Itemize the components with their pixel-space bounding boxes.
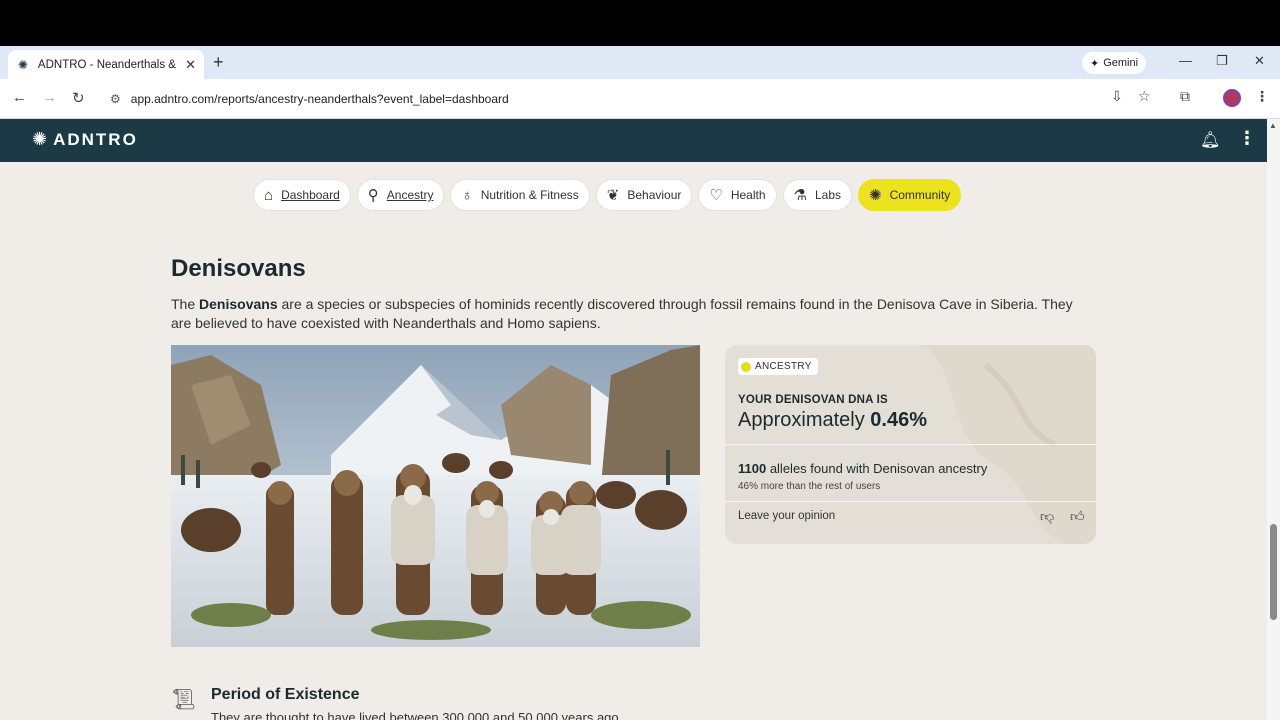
adntro-logo-icon: ✺ [32,129,48,149]
profile-avatar[interactable] [1223,89,1241,107]
nav-labs[interactable]: ⚗ Labs [782,179,853,211]
install-app-icon[interactable]: ⇩ [1111,88,1123,105]
scroll-up-arrow-icon[interactable]: ▲ [1269,121,1277,130]
browser-tab[interactable]: ✺ ADNTRO - Neanderthals & Den ✕ [8,50,204,79]
brain-icon: ❦ [606,187,620,204]
card-divider [725,444,1096,445]
url-text: app.adntro.com/reports/ancestry-neandert… [130,92,509,106]
alleles-text: alleles found with Denisovan ancestry [766,461,988,476]
category-nav: ⌂ Dashboard ⚲ Ancestry ♁ Nutrition & Fit… [253,179,962,211]
dna-percentage: Approximately 0.46% [738,409,927,432]
tab-search-icon[interactable]: ⧉ [1180,88,1190,105]
nav-behaviour[interactable]: ❦ Behaviour [595,179,693,211]
notifications-bell-icon[interactable]: 🔔︎ [1200,130,1220,150]
app-header: ✺ ADNTRO 🔔︎ ⋮ [0,119,1267,162]
nav-community[interactable]: ✺ Community [858,179,962,211]
nav-label: Community [889,188,951,202]
thumbs-down-icon[interactable]: 👎︎ [1040,508,1054,525]
browser-toolbar: ← → ↻ ⚙ app.adntro.com/reports/ancestry-… [0,79,1280,119]
alleles-comparison: 46% more than the rest of users [738,481,881,492]
nav-label: Nutrition & Fitness [480,188,579,202]
denisovan-dna-card: ANCESTRY YOUR DENISOVAN DNA IS Approxima… [725,345,1096,544]
scrollbar-thumb[interactable] [1270,524,1277,620]
alleles-summary: 1100 alleles found with Denisovan ancest… [738,461,987,476]
close-tab-icon[interactable]: ✕ [185,57,196,73]
close-window-icon[interactable]: ✕ [1254,53,1265,69]
nav-health[interactable]: ♡ Health [698,179,777,211]
page-content: ⌂ Dashboard ⚲ Ancestry ♁ Nutrition & Fit… [0,162,1267,720]
new-tab-button[interactable]: + [213,52,224,73]
section-title: Denisovans [171,255,306,282]
reload-icon[interactable]: ↻ [72,89,85,107]
intro-body: are a species or subspecies of hominids … [171,296,1073,331]
badge-dot-icon [741,361,751,372]
page-scrollbar[interactable]: ▲ [1267,119,1280,720]
nav-label: Behaviour [627,188,682,202]
gemini-button[interactable]: ✦ Gemini [1082,52,1147,74]
nav-dashboard[interactable]: ⌂ Dashboard [253,179,351,211]
denisovans-scene-image [171,345,700,647]
restore-icon[interactable]: ❐ [1216,53,1228,69]
dna-label: YOUR DENISOVAN DNA IS [738,394,888,406]
app-menu-icon[interactable]: ⋮ [1238,128,1256,149]
denisovans-illustration [171,345,700,647]
flask-icon: ⚗ [793,187,807,204]
intro-prefix: The [171,296,200,312]
badge-label: ANCESTRY [755,361,812,372]
nav-nutrition-fitness[interactable]: ♁ Nutrition & Fitness [450,179,590,211]
gemini-sparkle-icon: ✦ [1090,57,1100,70]
ancestry-badge: ANCESTRY [738,358,818,375]
scroll-document-icon: 📜︎ [171,689,197,711]
community-icon: ✺ [869,187,882,204]
card-divider [725,501,1096,502]
back-icon[interactable]: ← [12,89,27,106]
intro-bold-term: Denisovans [199,296,278,312]
chrome-menu-icon[interactable]: ⋮ [1255,88,1269,105]
forward-icon[interactable]: → [42,89,57,106]
nav-label: Health [730,188,766,202]
nav-label: Labs [814,188,842,202]
section-intro: The Denisovans are a species or subspeci… [171,295,1091,333]
address-bar[interactable]: ⚙ app.adntro.com/reports/ancestry-neande… [100,85,1165,113]
period-title: Period of Existence [211,686,360,703]
adntro-favicon-icon: ✺ [17,57,28,72]
tab-title: ADNTRO - Neanderthals & Den [37,58,179,71]
minimize-icon[interactable]: — [1179,53,1192,68]
leave-opinion-label: Leave your opinion [738,510,836,522]
dna-value: 0.46% [870,409,927,431]
apple-icon: ♁ [461,186,473,204]
heart-pulse-icon: ♡ [709,187,723,204]
alleles-count: 1100 [738,461,767,476]
ancestry-icon: ⚲ [367,187,379,204]
dna-prefix: Approximately [738,409,871,431]
home-icon: ⌂ [264,186,274,204]
gemini-label: Gemini [1103,57,1139,69]
brand-name: ADNTRO [53,129,138,149]
period-text: They are thought to have lived between 3… [211,710,619,720]
nav-ancestry[interactable]: ⚲ Ancestry [356,179,445,211]
screen-top-bar [0,0,1280,46]
thumbs-up-icon[interactable]: 👍︎ [1070,508,1085,525]
bookmark-star-icon[interactable]: ☆ [1138,88,1151,105]
adntro-logo[interactable]: ✺ ADNTRO [32,129,138,150]
nav-label: Ancestry [386,188,434,202]
nav-label: Dashboard [281,188,340,202]
site-info-icon[interactable]: ⚙ [110,92,121,106]
